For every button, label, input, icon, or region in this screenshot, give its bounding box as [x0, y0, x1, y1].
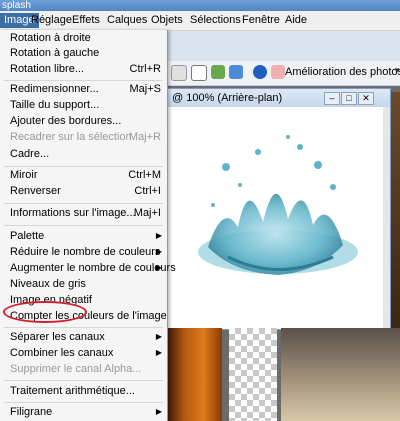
menu-separator	[4, 225, 163, 226]
menu-item-palette[interactable]: Palette ▶	[0, 228, 167, 244]
menu-separator	[4, 327, 163, 328]
submenu-arrow-icon: ▶	[155, 247, 162, 256]
maximize-icon[interactable]: □	[341, 92, 357, 105]
image-canvas[interactable]	[168, 107, 383, 329]
menu-item-watermark[interactable]: Filigrane ▶	[0, 404, 167, 420]
menu-item-frame[interactable]: Cadre...	[0, 146, 167, 162]
menu-item-image-info[interactable]: Informations sur l'image... Maj+I	[0, 205, 167, 221]
menu-item-free-rotate[interactable]: Rotation libre... Ctrl+R	[0, 61, 167, 77]
menu-item-increase-colors[interactable]: Augmenter le nombre de couleurs ▶	[0, 260, 176, 276]
menu-item-rotate-right[interactable]: Rotation à droite	[0, 30, 167, 46]
menu-item-crop-selection: Recadrer sur la sélection Maj+R	[10, 131, 161, 143]
submenu-arrow-icon: ▶	[155, 332, 162, 341]
menu-item-arithmetic[interactable]: Traitement arithmétique...	[0, 383, 167, 399]
arrow-icon[interactable]	[171, 65, 187, 81]
orange-image	[167, 328, 222, 421]
menu-item-split-channels[interactable]: Séparer les canaux ▶	[0, 329, 167, 345]
menu-item-reduce-colors[interactable]: Réduire le nombre de couleurs ▶	[0, 244, 167, 260]
close-icon[interactable]: ✕	[358, 92, 374, 105]
app-title-bar: splash	[0, 0, 400, 11]
menu-item-add-borders[interactable]: Ajouter des bordures...	[0, 113, 167, 129]
highlight-circle	[3, 301, 87, 323]
menu-item-greyscale[interactable]: Niveaux de gris	[0, 276, 167, 292]
submenu-arrow-icon: ▶	[155, 231, 162, 240]
vertical-scrollbar[interactable]	[383, 107, 390, 329]
menu-item-delete-alpha: Supprimer le canal Alpha...	[10, 363, 142, 375]
refresh-icon[interactable]	[211, 65, 225, 79]
menu-item-rotate-left[interactable]: Rotation à gauche	[0, 45, 167, 61]
chevron-down-icon[interactable]: ▼	[393, 66, 400, 75]
rotate-icon[interactable]	[229, 65, 243, 79]
menu-item-canvas-size[interactable]: Taille du support...	[0, 97, 167, 113]
menu-objets[interactable]: Objets	[147, 13, 187, 28]
transparent-image	[229, 328, 277, 421]
submenu-arrow-icon: ▶	[155, 348, 162, 357]
menu-effets[interactable]: Effets	[68, 13, 104, 28]
submenu-arrow-icon: ▶	[155, 407, 162, 416]
enhance-photos-button[interactable]: Amélioration des photos	[285, 66, 400, 78]
crop-icon[interactable]	[191, 65, 207, 81]
menu-item-combine-channels[interactable]: Combiner les canaux ▶	[0, 345, 167, 361]
info-icon[interactable]	[253, 65, 267, 79]
menu-item-flip[interactable]: Renverser Ctrl+I	[0, 183, 167, 199]
submenu-arrow-icon: ▶	[155, 263, 162, 272]
document-title-bar[interactable]: @ 100% (Arrière-plan) – □ ✕	[168, 89, 390, 107]
menu-item-mirror[interactable]: Miroir Ctrl+M	[0, 167, 167, 183]
menu-aide[interactable]: Aide	[281, 13, 311, 28]
menu-item-resize[interactable]: Redimensionner... Maj+S	[0, 81, 167, 97]
menu-fenetre[interactable]: Fenêtre	[238, 13, 284, 28]
minimize-icon[interactable]: –	[324, 92, 340, 105]
document-window[interactable]: @ 100% (Arrière-plan) – □ ✕	[167, 88, 391, 330]
toolbar: Amélioration des photos ▼	[167, 61, 400, 86]
menu-bar: Image Réglage Effets Calques Objets Séle…	[0, 11, 400, 31]
water-splash-image	[198, 135, 358, 275]
menu-separator	[4, 203, 163, 204]
eraser-icon[interactable]	[271, 65, 285, 79]
app-title: splash	[2, 0, 31, 11]
desert-image	[281, 328, 400, 421]
document-title: @ 100% (Arrière-plan)	[172, 92, 283, 104]
menu-selections[interactable]: Sélections	[186, 13, 245, 28]
menu-calques[interactable]: Calques	[103, 13, 151, 28]
image-menu-dropdown: Rotation à droite Rotation à gauche Rota…	[0, 30, 176, 421]
menu-separator	[4, 402, 163, 403]
background-thumbnails	[167, 328, 400, 421]
menu-separator	[4, 380, 163, 381]
